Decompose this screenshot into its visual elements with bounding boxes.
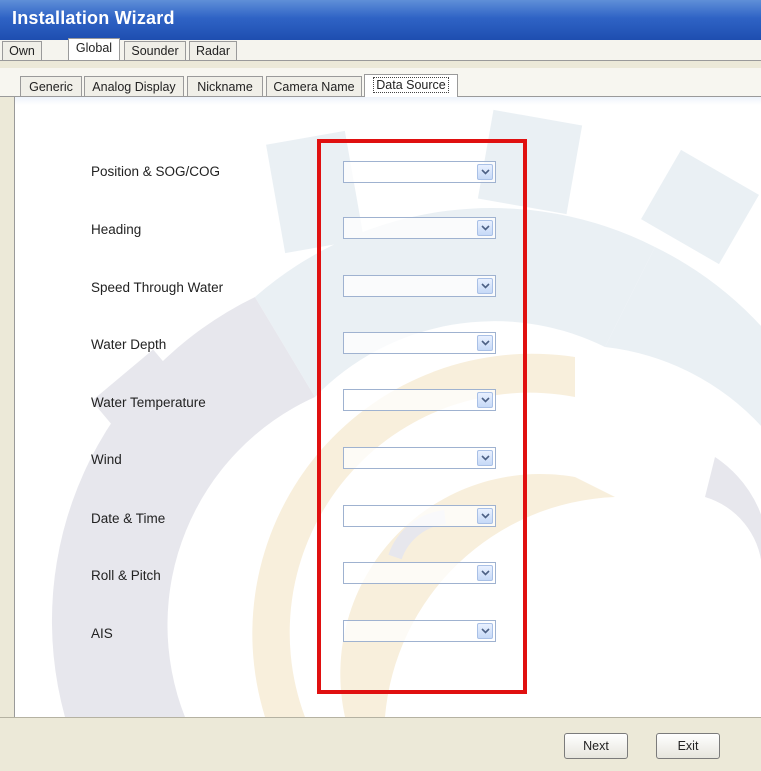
tab-camera-name[interactable]: Camera Name [266, 76, 362, 96]
label-water-depth: Water Depth [91, 337, 167, 352]
label-heading: Heading [91, 222, 142, 237]
window-title: Installation Wizard [12, 8, 175, 28]
tab-radar[interactable]: Radar [189, 41, 237, 60]
next-button[interactable]: Next [564, 733, 628, 759]
label-speed-through-water: Speed Through Water [91, 280, 224, 295]
installation-wizard-window: Installation Wizard Own Global Sounder R… [0, 0, 761, 771]
tab-analog-display[interactable]: Analog Display [84, 76, 184, 96]
tab-sounder[interactable]: Sounder [124, 41, 186, 60]
exit-button[interactable]: Exit [656, 733, 720, 759]
label-date-time: Date & Time [91, 511, 166, 526]
button-bar: Next Exit [0, 717, 761, 771]
tab-own[interactable]: Own [2, 41, 42, 60]
label-roll-pitch: Roll & Pitch [91, 568, 161, 583]
sub-tab-row: Generic Analog Display Nickname Camera N… [0, 68, 761, 97]
label-ais: AIS [91, 626, 113, 641]
tab-nickname[interactable]: Nickname [187, 76, 263, 96]
main-tab-row: Own Global Sounder Radar [0, 38, 761, 61]
data-source-panel: Position & SOG/COG Heading Speed Through… [14, 97, 761, 717]
highlight-box [317, 139, 527, 694]
label-water-temperature: Water Temperature [91, 395, 206, 410]
tab-global[interactable]: Global [68, 38, 120, 60]
tab-data-source[interactable]: Data Source [364, 74, 458, 97]
label-wind: Wind [91, 452, 122, 467]
tab-generic[interactable]: Generic [20, 76, 82, 96]
label-position-sog-cog: Position & SOG/COG [91, 164, 221, 179]
title-bar: Installation Wizard [0, 0, 761, 40]
